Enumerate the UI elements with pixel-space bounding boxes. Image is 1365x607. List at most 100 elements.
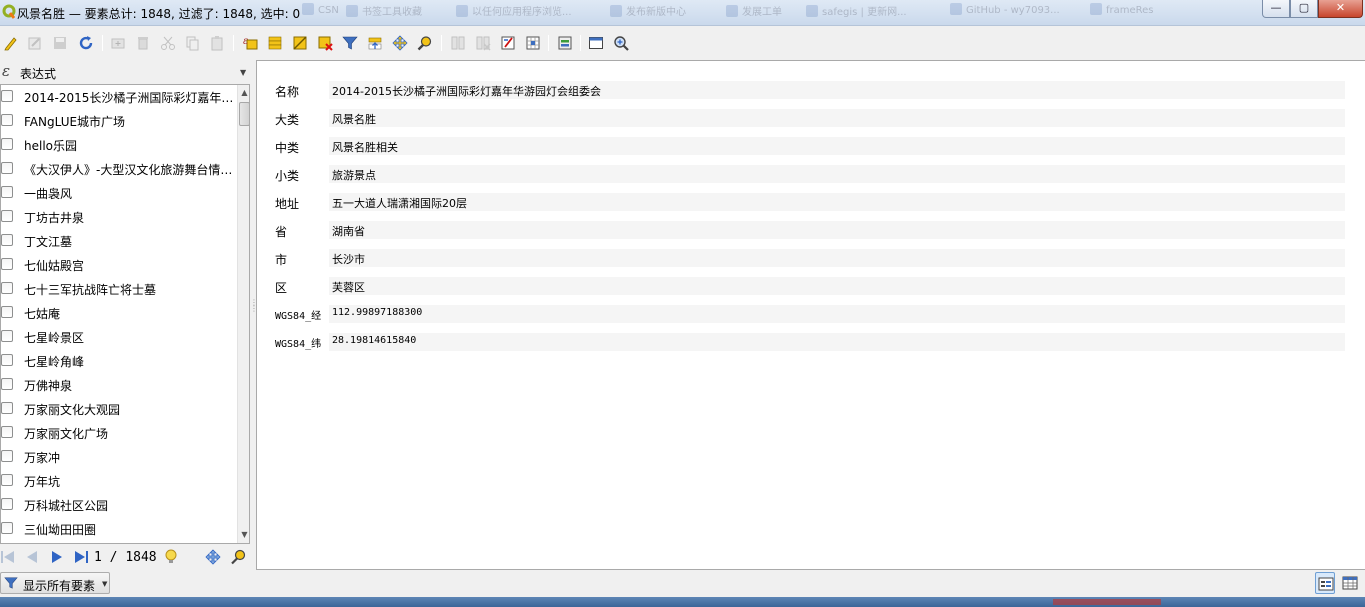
conditional-format-icon[interactable] (524, 34, 542, 52)
copy-icon[interactable] (183, 34, 201, 52)
cut-icon[interactable] (159, 34, 177, 52)
item-checkbox[interactable] (1, 114, 13, 126)
item-checkbox[interactable] (1, 402, 13, 414)
move-selection-top-icon[interactable] (366, 34, 384, 52)
list-item[interactable]: 万家冲 (1, 445, 237, 469)
list-item[interactable]: 《大汉伊人》-大型汉文化旅游舞台情景剧 (1, 157, 237, 181)
list-item[interactable]: 万年坑 (1, 469, 237, 493)
item-checkbox[interactable] (1, 330, 13, 342)
item-checkbox[interactable] (1, 450, 13, 462)
scroll-down-icon[interactable]: ▼ (238, 527, 249, 543)
field-value-input[interactable]: 五一大道人瑞潇湘国际20层 (329, 193, 1345, 211)
save-edits-icon[interactable] (51, 34, 69, 52)
background-tab: CSN (302, 3, 339, 19)
item-checkbox[interactable] (1, 354, 13, 366)
item-checkbox[interactable] (1, 162, 13, 174)
multi-edit-icon[interactable] (26, 34, 44, 52)
field-value-input[interactable]: 2014-2015长沙橘子洲国际彩灯嘉年华游园灯会组委会 (329, 81, 1345, 99)
list-item[interactable]: hello乐园 (1, 133, 237, 157)
form-row-city: 市 长沙市 (257, 248, 1357, 270)
field-value-input[interactable]: 28.19814615840 (329, 333, 1345, 351)
delete-field-icon[interactable] (474, 34, 492, 52)
preview-expression-selector[interactable]: ε 表达式 ▼ (0, 60, 252, 84)
last-feature-icon[interactable] (73, 549, 91, 565)
table-view-icon[interactable] (1340, 572, 1360, 594)
list-item[interactable]: 七仙姑殿宫 (1, 253, 237, 277)
dropdown-arrow-icon[interactable]: ▼ (240, 68, 246, 77)
list-item[interactable]: 万家丽文化广场 (1, 421, 237, 445)
delete-feature-icon[interactable] (134, 34, 152, 52)
reload-icon[interactable] (77, 34, 95, 52)
panel-splitter-handle[interactable]: ⋮ ⋮ (250, 299, 258, 320)
item-checkbox[interactable] (1, 306, 13, 318)
minimize-button[interactable]: — (1262, 0, 1290, 18)
filter-select-icon[interactable] (341, 34, 359, 52)
item-checkbox[interactable] (1, 522, 13, 534)
item-checkbox[interactable] (1, 426, 13, 438)
maximize-button[interactable]: ▢ (1290, 0, 1318, 18)
actions-icon[interactable] (556, 34, 574, 52)
form-view-icon[interactable] (1315, 572, 1335, 594)
item-checkbox[interactable] (1, 282, 13, 294)
highlight-feature-icon[interactable] (163, 549, 181, 565)
item-checkbox[interactable] (1, 186, 13, 198)
scroll-up-icon[interactable]: ▲ (238, 85, 249, 101)
item-checkbox[interactable] (1, 210, 13, 222)
deselect-all-icon[interactable] (316, 34, 334, 52)
select-by-expression-icon[interactable]: ε (241, 34, 259, 52)
field-label: WGS84_纬 (275, 339, 322, 350)
select-all-icon[interactable] (266, 34, 284, 52)
filter-features-button[interactable]: 显示所有要素 ▼ (0, 572, 110, 594)
item-checkbox[interactable] (1, 234, 13, 246)
invert-selection-icon[interactable] (291, 34, 309, 52)
list-item[interactable]: 2014-2015长沙橘子洲国际彩灯嘉年华游园灯会组委会 (1, 85, 237, 109)
paste-icon[interactable] (208, 34, 226, 52)
list-item[interactable]: 三仙坳田田圈 (1, 517, 237, 541)
zoom-to-feature-icon[interactable] (230, 549, 248, 565)
item-checkbox[interactable] (1, 498, 13, 510)
item-checkbox[interactable] (1, 90, 13, 102)
list-item[interactable]: 七十三军抗战阵亡将士墓 (1, 277, 237, 301)
first-feature-icon[interactable] (0, 549, 18, 565)
window-title-bar[interactable]: 风景名胜 — 要素总计: 1848, 过滤了: 1848, 选中: 0 CSN … (0, 0, 1365, 26)
list-item[interactable]: 一曲袅风 (1, 181, 237, 205)
add-feature-icon[interactable] (109, 34, 127, 52)
list-item[interactable]: FANgLUE城市广场 (1, 109, 237, 133)
field-value-input[interactable]: 风景名胜相关 (329, 137, 1345, 155)
list-item[interactable]: 万科城社区公园 (1, 493, 237, 517)
table-zoom-icon[interactable] (612, 34, 630, 52)
dock-table-icon[interactable] (587, 34, 605, 52)
item-checkbox[interactable] (1, 378, 13, 390)
field-value-input[interactable]: 湖南省 (329, 221, 1345, 239)
field-value-input[interactable]: 长沙市 (329, 249, 1345, 267)
list-item[interactable]: 七姑庵 (1, 301, 237, 325)
field-value-input[interactable]: 112.99897188300 (329, 305, 1345, 323)
item-checkbox[interactable] (1, 474, 13, 486)
field-value-input[interactable]: 风景名胜 (329, 109, 1345, 127)
list-scrollbar[interactable]: ▲ ▼ (237, 85, 249, 543)
next-feature-icon[interactable] (49, 549, 67, 565)
field-value-input[interactable]: 芙蓉区 (329, 277, 1345, 295)
filter-label: 显示所有要素 (23, 579, 96, 593)
list-item[interactable]: 丁文江墓 (1, 229, 237, 253)
item-checkbox[interactable] (1, 138, 13, 150)
list-item[interactable]: 七星岭角峰 (1, 349, 237, 373)
pan-to-selected-icon[interactable] (391, 34, 409, 52)
new-field-icon[interactable] (449, 34, 467, 52)
field-value-input[interactable]: 旅游景点 (329, 165, 1345, 183)
list-item[interactable]: 万家丽文化大观园 (1, 397, 237, 421)
feature-list[interactable]: 2014-2015长沙橘子洲国际彩灯嘉年华游园灯会组委会 FANgLUE城市广场… (0, 84, 250, 544)
previous-feature-icon[interactable] (24, 549, 42, 565)
list-item[interactable]: 万佛神泉 (1, 373, 237, 397)
dropdown-arrow-icon: ▼ (102, 580, 108, 588)
pan-to-feature-icon[interactable] (205, 549, 223, 565)
item-checkbox[interactable] (1, 258, 13, 270)
list-item[interactable]: 丁坊古井泉 (1, 205, 237, 229)
position-separator: / (109, 550, 118, 565)
scrollbar-thumb[interactable] (239, 102, 249, 126)
close-button[interactable]: ✕ (1318, 0, 1363, 18)
toggle-editing-icon[interactable] (2, 34, 20, 52)
list-item[interactable]: 七星岭景区 (1, 325, 237, 349)
field-calculator-icon[interactable] (499, 34, 517, 52)
zoom-to-selected-icon[interactable] (416, 34, 434, 52)
